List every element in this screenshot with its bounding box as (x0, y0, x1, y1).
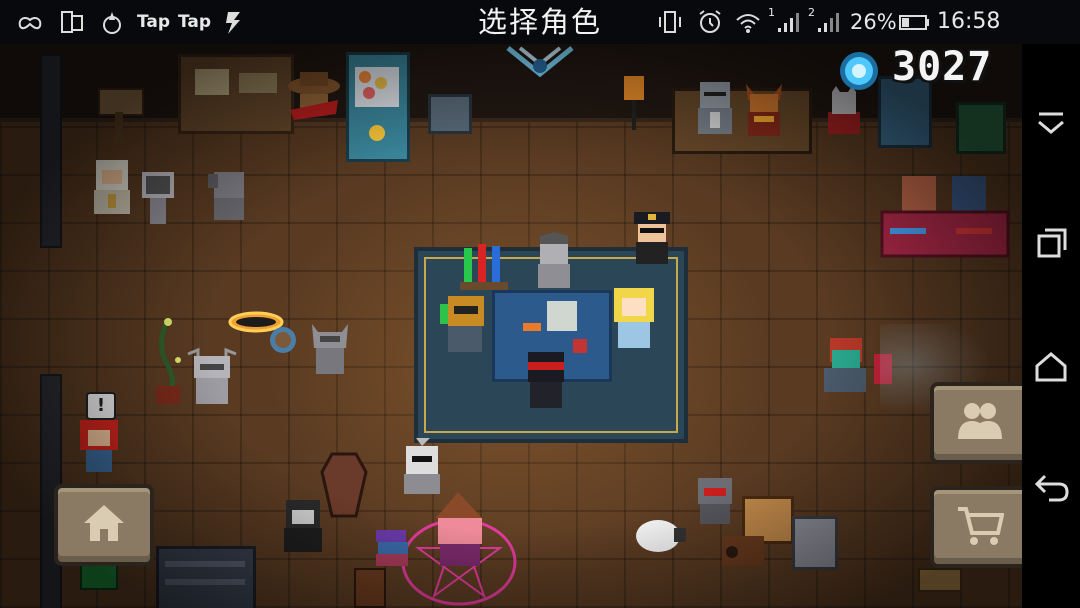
back-icon[interactable] (1031, 466, 1071, 506)
crossed-swords-emblem (506, 46, 574, 78)
bandit-npc[interactable] (396, 438, 450, 498)
wooden-desk (178, 54, 294, 134)
battery-icon (899, 15, 929, 30)
friends-icon (958, 403, 1002, 439)
cat-on-chair-npc[interactable] (824, 84, 864, 138)
game-scene[interactable]: 3027 ! (0, 44, 1022, 608)
signal-2-icon (818, 13, 839, 32)
lightning-icon (226, 12, 240, 34)
knight-npc[interactable] (690, 78, 740, 138)
sheep-npc[interactable] (632, 514, 688, 558)
floor-lamp (624, 76, 644, 100)
vampire-npc[interactable] (278, 496, 328, 554)
red-haired-girl-npc[interactable] (74, 416, 124, 476)
metal-crate (792, 516, 838, 570)
gray-statue-npc[interactable] (204, 166, 256, 224)
wifi-icon (736, 14, 760, 33)
officer-npc[interactable] (626, 210, 678, 266)
status-bar: 选择角色 Tap Tap 1 2 26% 16:58 (0, 0, 1080, 44)
gashapon-machine[interactable] (346, 52, 410, 162)
engineer-npc[interactable] (436, 292, 494, 356)
computer-terminal[interactable] (138, 168, 178, 230)
collapse-icon[interactable] (1031, 102, 1071, 142)
gray-robot-npc[interactable] (690, 474, 740, 526)
storage-chest[interactable] (428, 94, 472, 134)
floor-lamp-pole (632, 100, 636, 130)
green-cabinet[interactable] (956, 102, 1006, 154)
home-nav-icon[interactable] (1031, 346, 1071, 386)
left-pillar-upper (40, 54, 62, 248)
tap-label-2: Tap (178, 12, 212, 32)
gray-cat-statue-npc[interactable] (306, 318, 354, 378)
signal-1-icon (778, 13, 799, 32)
potion-rack (460, 244, 508, 290)
sim-1-label: 1 (768, 6, 775, 19)
battery-percent: 26% (850, 10, 897, 34)
recycle-bin (80, 564, 118, 590)
gray-robot-statue-npc[interactable] (184, 346, 240, 408)
gem-icon (840, 52, 878, 90)
sim-2-label: 2 (808, 6, 815, 19)
game-controller-icon (18, 17, 42, 30)
ninja-npc[interactable] (522, 348, 570, 412)
bookshelf (156, 546, 256, 608)
gray-monk-npc[interactable] (528, 232, 580, 290)
sign-post-stake (115, 112, 123, 144)
horned-warrior-npc[interactable] (740, 80, 788, 138)
recent-apps-icon[interactable] (1031, 224, 1071, 264)
white-haired-elder-npc[interactable] (88, 156, 136, 216)
dual-screen-icon (61, 11, 83, 33)
potted-plant (156, 318, 181, 404)
reception-desk[interactable] (866, 172, 1016, 264)
blonde-girl-npc[interactable] (608, 284, 660, 352)
gem-count: 3027 (892, 44, 993, 90)
home-icon (84, 505, 124, 541)
magic-summon-circle[interactable] (398, 492, 520, 608)
vibrate-icon (659, 11, 681, 33)
home-button[interactable] (54, 484, 154, 566)
clock: 16:58 (937, 9, 1001, 34)
shopping-cart-icon (958, 507, 1004, 545)
rusty-machine (722, 536, 764, 566)
scarecrow-npc[interactable] (286, 70, 342, 130)
pet-bowl (270, 327, 296, 353)
friends-button[interactable] (930, 382, 1022, 464)
barrel (354, 568, 386, 608)
sign-board (918, 568, 962, 592)
alarm-icon (699, 10, 721, 33)
system-nav-bar (1022, 44, 1080, 608)
tap-label-1: Tap (137, 12, 171, 32)
flame-drop-icon (103, 12, 121, 34)
shop-button[interactable] (930, 486, 1022, 568)
